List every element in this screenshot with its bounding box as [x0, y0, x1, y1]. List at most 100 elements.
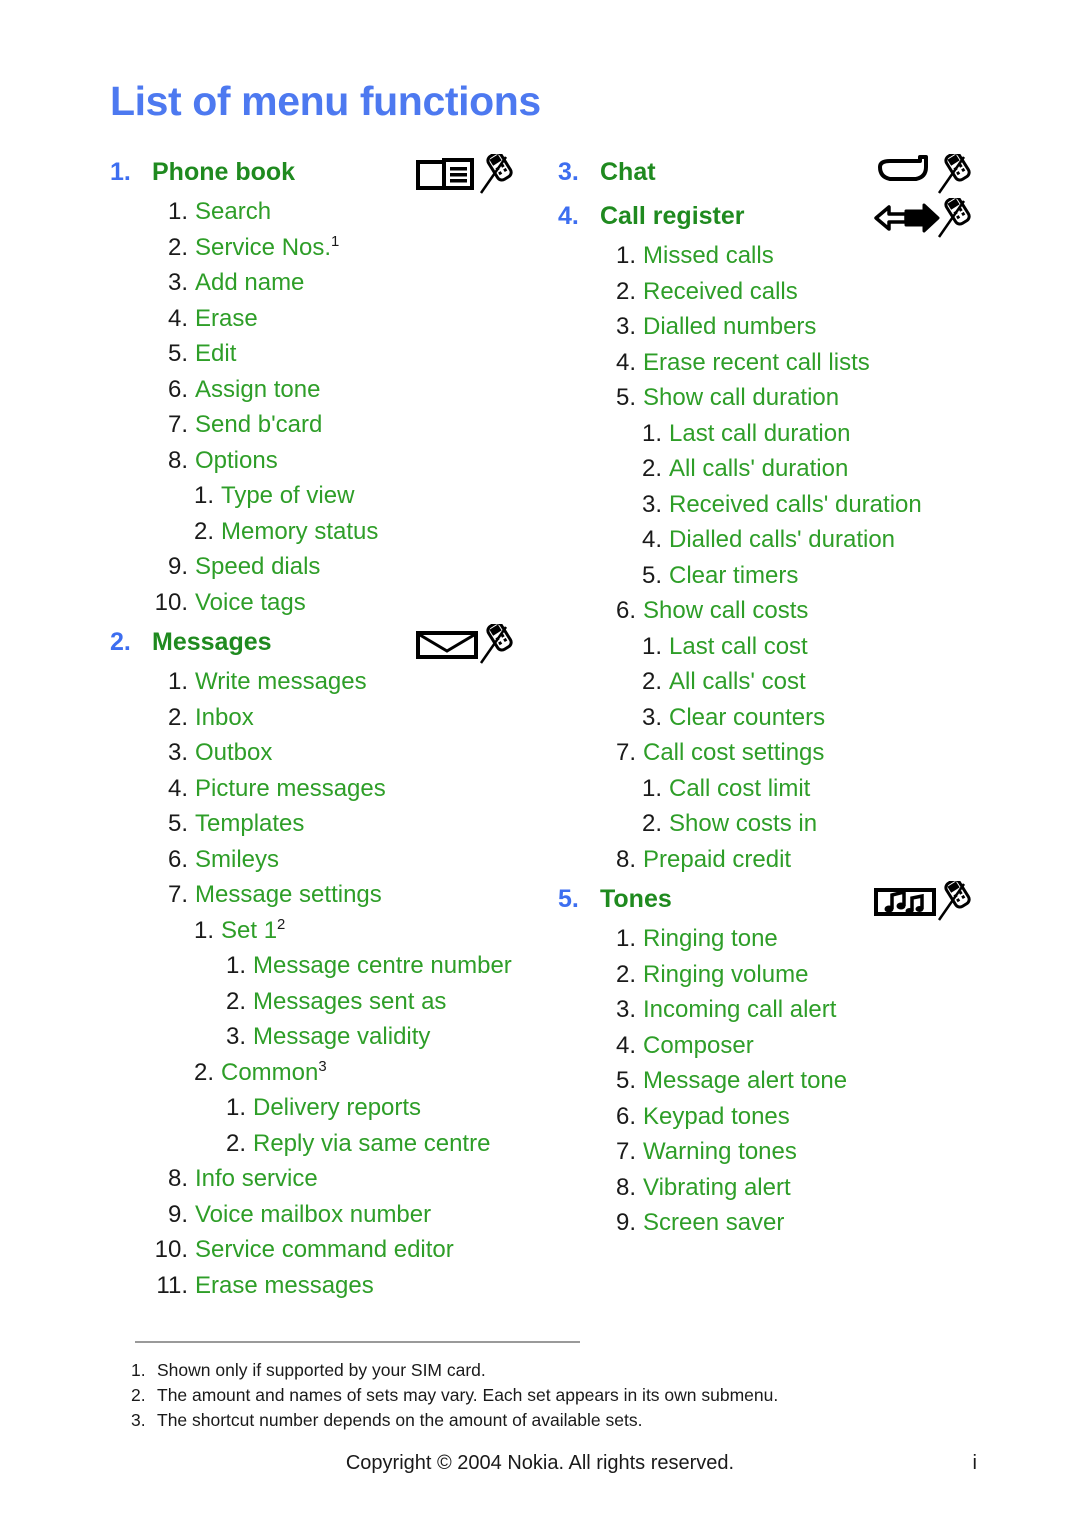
menu-section: 4. Call register 1. Missed calls 2. Received … — [558, 194, 988, 877]
menu-item[interactable]: 7. Call cost settings — [558, 735, 988, 771]
menu-item[interactable]: 3. Incoming call alert — [558, 992, 988, 1028]
menu-item-label: Inbox — [195, 703, 254, 731]
menu-item-label: Keypad tones — [643, 1102, 790, 1130]
menu-item-label: Erase recent call lists — [643, 348, 870, 376]
menu-item[interactable]: 11. Erase messages — [110, 1268, 550, 1304]
menu-item[interactable]: 5. Templates — [110, 806, 550, 842]
page-footer: Copyright © 2004 Nokia. All rights reser… — [0, 1452, 1080, 1482]
section-header[interactable]: 3. Chat — [558, 150, 988, 194]
menu-item[interactable]: 4. Dialled calls' duration — [558, 522, 988, 558]
menu-item[interactable]: 2. Inbox — [110, 700, 550, 736]
menu-item[interactable]: 2. Ringing volume — [558, 957, 988, 993]
menu-item[interactable]: 4. Picture messages — [110, 771, 550, 807]
menu-item-label: Received calls — [643, 277, 798, 305]
section-number: 3. — [558, 158, 579, 186]
menu-item[interactable]: 7. Send b'card — [110, 407, 550, 443]
menu-item[interactable]: 9. Speed dials — [110, 549, 550, 585]
menu-item[interactable]: 1. Write messages — [110, 664, 550, 700]
menu-item[interactable]: 2. Reply via same centre — [110, 1126, 550, 1162]
menu-item-number: 2. — [641, 810, 662, 837]
menu-item[interactable]: 5. Show call duration — [558, 380, 988, 416]
section-header[interactable]: 4. Call register — [558, 194, 988, 238]
menu-item[interactable]: 10. Service command editor — [110, 1232, 550, 1268]
menu-item[interactable]: 1. Missed calls — [558, 238, 988, 274]
menu-item[interactable]: 8. Vibrating alert — [558, 1170, 988, 1206]
menu-item[interactable]: 6. Show call costs — [558, 593, 988, 629]
menu-item[interactable]: 3. Dialled numbers — [558, 309, 988, 345]
menu-item[interactable]: 1. Type of view — [110, 478, 550, 514]
menu-item[interactable]: 1. Delivery reports — [110, 1090, 550, 1126]
menu-item-number: 9. — [167, 1200, 188, 1228]
menu-item[interactable]: 3. Outbox — [110, 735, 550, 771]
menu-item[interactable]: 1. Search — [110, 194, 550, 230]
footnote-number: 2. — [131, 1385, 146, 1405]
section-header[interactable]: 1. Phone book — [110, 150, 550, 194]
menu-item-label: Last call cost — [669, 632, 808, 660]
menu-item[interactable]: 4. Composer — [558, 1028, 988, 1064]
menu-item[interactable]: 5. Clear timers — [558, 558, 988, 594]
menu-item[interactable]: 3. Message validity — [110, 1019, 550, 1055]
menu-item[interactable]: 9. Screen saver — [558, 1205, 988, 1241]
menu-item-label: Screen saver — [643, 1209, 785, 1236]
menu-item[interactable]: 2. Memory status — [110, 514, 550, 550]
menu-item[interactable]: 8. Options — [110, 443, 550, 479]
menu-item-label: Outbox — [195, 739, 273, 766]
menu-item[interactable]: 6. Keypad tones — [558, 1099, 988, 1135]
music-note-icon — [872, 881, 976, 921]
menu-item[interactable]: 10. Voice tags — [110, 585, 550, 621]
menu-item[interactable]: 1. Last call cost — [558, 629, 988, 665]
section-header[interactable]: 2. Messages — [110, 620, 550, 664]
menu-item[interactable]: 6. Smileys — [110, 842, 550, 878]
menu-item[interactable]: 4. Erase recent call lists — [558, 345, 988, 381]
menu-item[interactable]: 6. Assign tone — [110, 372, 550, 408]
menu-item-label: Search — [195, 198, 272, 225]
menu-item[interactable]: 7. Warning tones — [558, 1134, 988, 1170]
section-label: Messages — [152, 628, 272, 656]
menu-item-number: 5. — [641, 561, 662, 589]
menu-item-number: 8. — [615, 1173, 636, 1201]
envelope-icon — [414, 624, 518, 664]
menu-item[interactable]: 2. Messages sent as — [110, 984, 550, 1020]
menu-item-number: 7. — [167, 881, 188, 908]
menu-item[interactable]: 4. Erase — [110, 301, 550, 337]
menu-item-number: 5. — [615, 1067, 636, 1094]
menu-item-label: Memory status — [221, 517, 379, 545]
menu-item[interactable]: 5. Message alert tone — [558, 1063, 988, 1099]
menu-item[interactable]: 1. Message centre number — [110, 948, 550, 984]
menu-item-number: 5. — [167, 810, 188, 837]
phone-book-icon — [414, 154, 518, 194]
menu-item[interactable]: 3. Received calls' duration — [558, 487, 988, 523]
menu-item[interactable]: 2. Received calls — [558, 274, 988, 310]
menu-item-number: 1. — [225, 952, 246, 979]
menu-item[interactable]: 2. Common3 — [110, 1055, 550, 1091]
menu-item-label: Erase — [195, 304, 258, 332]
menu-item[interactable]: 8. Info service — [110, 1161, 550, 1197]
menu-item[interactable]: 1. Ringing tone — [558, 921, 988, 957]
menu-item[interactable]: 1. Set 12 — [110, 913, 550, 949]
menu-item[interactable]: 9. Voice mailbox number — [110, 1197, 550, 1233]
menu-item[interactable]: 8. Prepaid credit — [558, 842, 988, 878]
menu-item[interactable]: 5. Edit — [110, 336, 550, 372]
menu-item-label: Smileys — [195, 845, 280, 873]
menu-item[interactable]: 7. Message settings — [110, 877, 550, 913]
menu-item-label: Assign tone — [195, 375, 321, 403]
section-number: 5. — [558, 885, 579, 913]
menu-item[interactable]: 2. Show costs in — [558, 806, 988, 842]
menu-item[interactable]: 2. Service Nos.1 — [110, 230, 550, 266]
menu-item-label: Clear timers — [669, 561, 799, 589]
menu-item-label: Dialled calls' duration — [669, 526, 896, 553]
menu-item[interactable]: 2. All calls' cost — [558, 664, 988, 700]
menu-item[interactable]: 1. Call cost limit — [558, 771, 988, 807]
footnote-row: 1. Shown only if supported by your SIM ca… — [131, 1358, 951, 1383]
menu-item-label: Ringing volume — [643, 960, 809, 988]
section-header[interactable]: 5. Tones — [558, 877, 988, 921]
document-page: List of menu functions 1. Phone book 1. Sea… — [0, 0, 1080, 1530]
footnote-row: 2. The amount and names of sets may vary.… — [131, 1383, 951, 1408]
menu-item[interactable]: 3. Clear counters — [558, 700, 988, 736]
menu-item[interactable]: 1. Last call duration — [558, 416, 988, 452]
menu-item-number: 5. — [615, 384, 636, 411]
menu-item[interactable]: 2. All calls' duration — [558, 451, 988, 487]
menu-item-label: Set 12 — [221, 916, 286, 944]
menu-item[interactable]: 3. Add name — [110, 265, 550, 301]
menu-item-label: Incoming call alert — [643, 996, 837, 1023]
